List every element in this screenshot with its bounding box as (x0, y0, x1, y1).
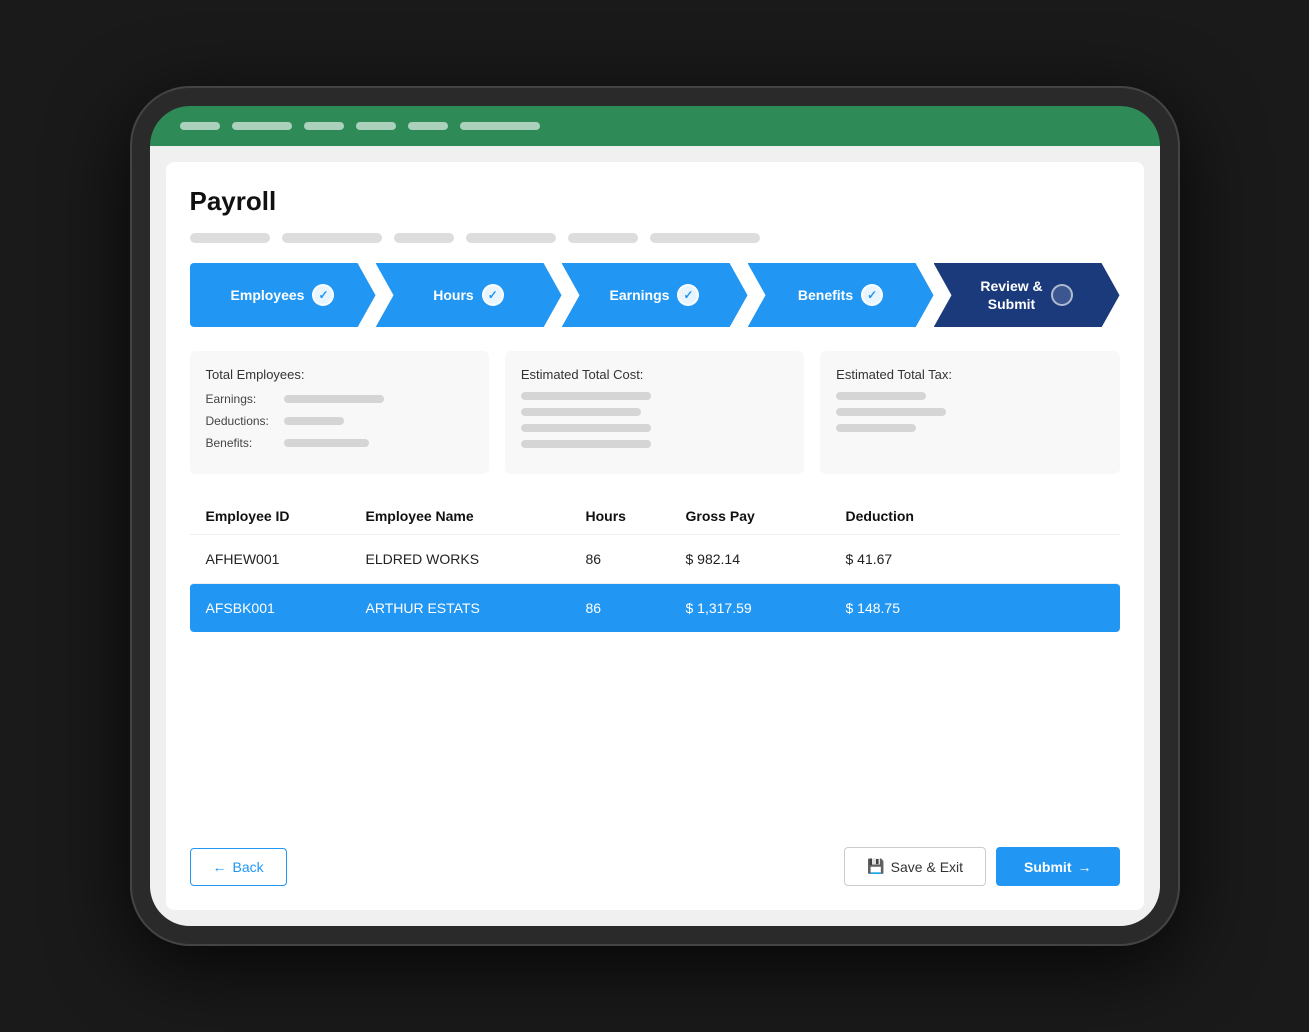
col-gross-pay: Gross Pay (686, 508, 846, 524)
col-hours: Hours (586, 508, 686, 524)
earnings-skeleton (284, 395, 384, 403)
table-row[interactable]: AFHEW001 ELDRED WORKS 86 $ 982.14 $ 41.6… (190, 534, 1120, 583)
step-review-circle (1051, 284, 1073, 306)
nav-skeleton (650, 233, 760, 243)
skeleton-nav (190, 233, 1120, 243)
cell-gross-pay-2: $ 1,317.59 (686, 600, 846, 616)
estimated-cost-label: Estimated Total Cost: (521, 367, 788, 382)
nav-skeleton (568, 233, 638, 243)
tablet-screen: Payroll Employees ✓ Hours ✓ (150, 146, 1160, 926)
step-earnings-check: ✓ (677, 284, 699, 306)
save-exit-button[interactable]: 💾 Save & Exit (844, 847, 986, 886)
total-employees-card: Total Employees: Earnings: Deductions: B… (190, 351, 489, 474)
cell-hours-2: 86 (586, 600, 686, 616)
back-button[interactable]: ← Back (190, 848, 287, 886)
tax-skeleton-1 (836, 392, 926, 400)
benefits-label: Benefits: (206, 436, 276, 450)
cost-skeleton-1 (521, 392, 651, 400)
step-benefits-check: ✓ (861, 284, 883, 306)
tax-skeleton-2 (836, 408, 946, 416)
top-pill (408, 122, 448, 130)
progress-stepper: Employees ✓ Hours ✓ Earnings ✓ Benefits … (190, 263, 1120, 327)
step-benefits[interactable]: Benefits ✓ (748, 263, 934, 327)
cost-skeleton-3 (521, 424, 651, 432)
tablet-top-bar (150, 106, 1160, 146)
col-employee-name: Employee Name (366, 508, 586, 524)
top-pill (232, 122, 292, 130)
summary-section: Total Employees: Earnings: Deductions: B… (190, 351, 1120, 474)
tablet-frame: Payroll Employees ✓ Hours ✓ (130, 86, 1180, 946)
screen-content: Payroll Employees ✓ Hours ✓ (166, 162, 1144, 910)
step-review-label: Review &Submit (980, 277, 1042, 313)
step-hours-check: ✓ (482, 284, 504, 306)
cell-employee-name-2: ARTHUR ESTATS (366, 600, 586, 616)
cost-skeleton-2 (521, 408, 641, 416)
step-earnings[interactable]: Earnings ✓ (562, 263, 748, 327)
estimated-tax-label: Estimated Total Tax: (836, 367, 1103, 382)
cell-gross-pay: $ 982.14 (686, 551, 846, 567)
top-pill (304, 122, 344, 130)
save-icon: 💾 (867, 858, 884, 875)
step-earnings-label: Earnings (610, 287, 670, 303)
col-deduction: Deduction (846, 508, 1006, 524)
tax-skeleton-3 (836, 424, 916, 432)
deductions-skeleton (284, 417, 344, 425)
earnings-row: Earnings: (206, 392, 473, 406)
top-pill (356, 122, 396, 130)
deductions-label: Deductions: (206, 414, 276, 428)
cell-deduction: $ 41.67 (846, 551, 1006, 567)
nav-skeleton (394, 233, 454, 243)
estimated-tax-card: Estimated Total Tax: (820, 351, 1119, 474)
step-hours[interactable]: Hours ✓ (376, 263, 562, 327)
deductions-row: Deductions: (206, 414, 473, 428)
estimated-cost-card: Estimated Total Cost: (505, 351, 804, 474)
cell-employee-name: ELDRED WORKS (366, 551, 586, 567)
back-label: Back (233, 859, 264, 875)
earnings-label: Earnings: (206, 392, 276, 406)
submit-arrow-icon: → (1078, 859, 1092, 875)
save-label: Save & Exit (891, 859, 963, 875)
top-pill (460, 122, 540, 130)
total-employees-label: Total Employees: (206, 367, 473, 382)
benefits-row: Benefits: (206, 436, 473, 450)
submit-label: Submit (1024, 859, 1071, 875)
cell-employee-id-2: AFSBK001 (206, 600, 366, 616)
bottom-actions: ← Back 💾 Save & Exit Submit → (190, 831, 1120, 886)
nav-skeleton (282, 233, 382, 243)
top-pill (180, 122, 220, 130)
back-arrow-icon: ← (213, 859, 227, 875)
table-row-highlighted[interactable]: AFSBK001 ARTHUR ESTATS 86 $ 1,317.59 $ 1… (190, 583, 1120, 632)
step-benefits-label: Benefits (798, 287, 853, 303)
cost-skeleton-4 (521, 440, 651, 448)
cell-deduction-2: $ 148.75 (846, 600, 1006, 616)
page-title: Payroll (190, 186, 1120, 217)
step-employees[interactable]: Employees ✓ (190, 263, 376, 327)
submit-button[interactable]: Submit → (996, 847, 1119, 886)
step-hours-label: Hours (433, 287, 473, 303)
employee-table: Employee ID Employee Name Hours Gross Pa… (190, 498, 1120, 831)
nav-skeleton (190, 233, 270, 243)
right-actions: 💾 Save & Exit Submit → (844, 847, 1119, 886)
col-employee-id: Employee ID (206, 508, 366, 524)
table-header-row: Employee ID Employee Name Hours Gross Pa… (190, 498, 1120, 534)
step-employees-label: Employees (231, 287, 305, 303)
benefits-skeleton (284, 439, 369, 447)
nav-skeleton (466, 233, 556, 243)
step-review[interactable]: Review &Submit (934, 263, 1120, 327)
cell-employee-id: AFHEW001 (206, 551, 366, 567)
cell-hours: 86 (586, 551, 686, 567)
step-employees-check: ✓ (312, 284, 334, 306)
